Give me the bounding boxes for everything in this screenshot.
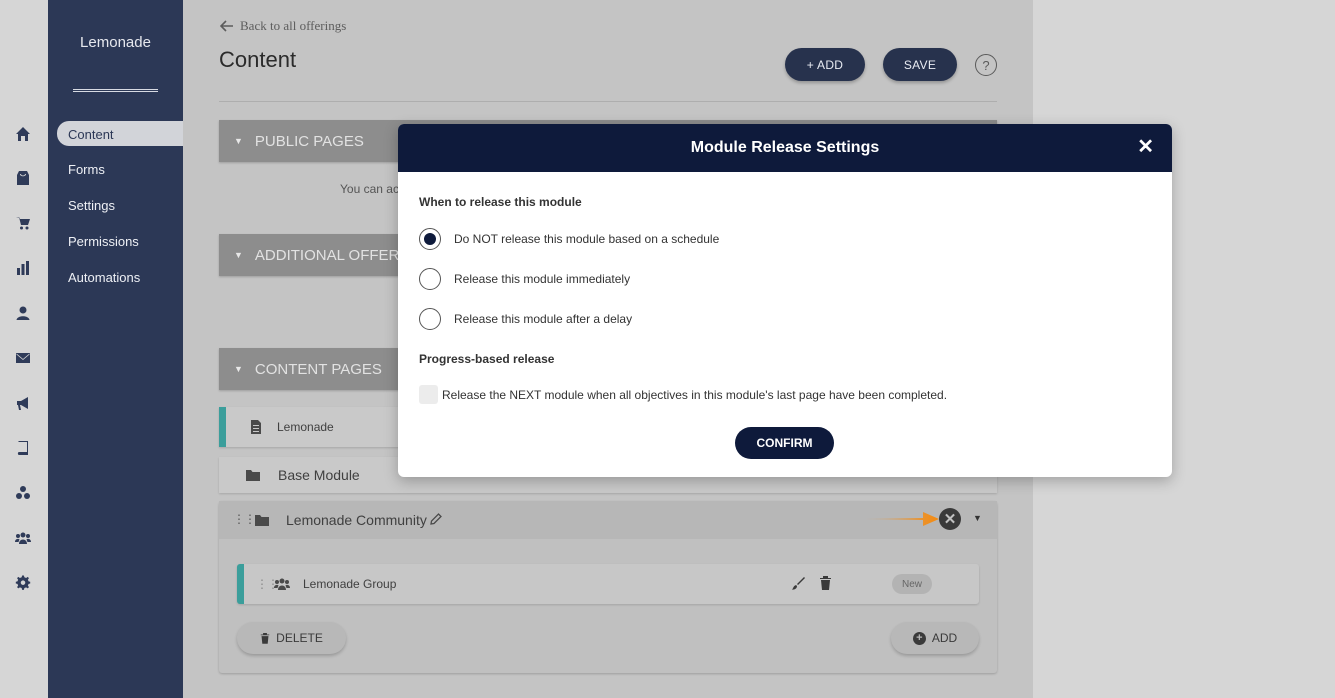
sidebar-item-permissions[interactable]: Permissions (68, 234, 139, 249)
page-title: Content (219, 47, 297, 72)
sidebar-item-settings[interactable]: Settings (68, 198, 115, 213)
caret-down-icon: ▼ (234, 250, 243, 260)
radio-button[interactable] (419, 228, 441, 250)
edit-pencil-icon[interactable] (429, 512, 443, 531)
content-row-lemonade-group[interactable]: ⋮⋮ Lemonade Group New (237, 564, 979, 604)
add-content-button-label: ADD (931, 631, 958, 645)
brand-divider (73, 89, 158, 92)
back-link[interactable]: Back to all offerings (220, 18, 346, 34)
checkbox-label: Release the NEXT module when all objecti… (442, 387, 948, 402)
group-icon (273, 575, 291, 593)
save-button[interactable]: SAVE (883, 48, 957, 81)
section-title: CONTENT PAGES (254, 360, 382, 378)
confirm-button[interactable]: CONFIRM (735, 427, 834, 459)
cart-icon[interactable] (14, 214, 32, 232)
public-pages-note: You can ac (340, 182, 399, 196)
caret-down-icon: ▼ (234, 136, 243, 146)
header-divider (219, 101, 997, 102)
caret-down-icon: ▼ (234, 364, 243, 374)
add-content-button[interactable]: + ADD (891, 622, 979, 654)
drag-handle-icon[interactable]: ⋮⋮ (233, 512, 256, 526)
progress-checkbox[interactable] (419, 385, 438, 404)
mail-icon[interactable] (14, 349, 32, 367)
radio-label: Do NOT release this module based on a sc… (454, 232, 720, 246)
radio-option-no-schedule[interactable]: Do NOT release this module based on a sc… (419, 228, 719, 250)
megaphone-icon[interactable] (14, 394, 32, 412)
section-title: PUBLIC PAGES (254, 132, 364, 150)
modal-header: Module Release Settings ✕ (398, 124, 1172, 172)
radio-button[interactable] (419, 268, 441, 290)
radio-option-after-delay[interactable]: Release this module after a delay (419, 308, 632, 330)
module-release-settings-modal: Module Release Settings ✕ When to releas… (398, 124, 1172, 477)
close-icon[interactable]: ✕ (1137, 137, 1154, 157)
remove-circle-icon[interactable]: ✕ (939, 508, 961, 530)
edit-brush-icon[interactable] (791, 576, 806, 596)
sidebar-item-forms[interactable]: Forms (68, 162, 105, 177)
sidebar-item-automations[interactable]: Automations (68, 270, 140, 285)
group-icon[interactable] (14, 529, 32, 547)
home-icon[interactable] (14, 125, 32, 143)
back-link-label: Back to all offerings (240, 18, 347, 33)
progress-release-option[interactable]: Release the NEXT module when all objecti… (419, 385, 947, 404)
row-label: Base Module (278, 467, 360, 483)
folder-icon (253, 511, 271, 529)
book-icon[interactable] (14, 439, 32, 457)
user-icon[interactable] (14, 304, 32, 322)
progress-heading: Progress-based release (419, 352, 555, 366)
sidebar-item-content[interactable]: Content (57, 121, 183, 146)
status-badge: New (892, 574, 932, 594)
module-title: Lemonade Community (286, 512, 427, 528)
radio-button[interactable] (419, 308, 441, 330)
gear-icon[interactable] (14, 574, 32, 592)
radio-option-immediately[interactable]: Release this module immediately (419, 268, 630, 290)
modal-title: Module Release Settings (690, 139, 880, 156)
brand-name: Lemonade (80, 34, 151, 51)
delete-button[interactable]: DELETE (237, 622, 346, 654)
section-title: ADDITIONAL OFFERIN (254, 246, 415, 264)
page-icon (247, 418, 265, 436)
icon-rail (0, 0, 48, 698)
arrow-left-icon (220, 20, 233, 32)
row-label: Lemonade (277, 420, 334, 434)
bar-chart-icon[interactable] (14, 259, 32, 277)
when-heading: When to release this module (419, 195, 582, 209)
trash-icon (260, 633, 270, 644)
row-label: Lemonade Group (303, 577, 397, 591)
radio-selected-dot (424, 233, 436, 245)
annotation-arrow-icon (865, 512, 939, 526)
radio-label: Release this module after a delay (454, 312, 633, 326)
add-button[interactable]: + ADD (785, 48, 865, 81)
caret-down-icon[interactable]: ▼ (973, 513, 982, 523)
radio-label: Release this module immediately (454, 272, 631, 286)
trash-icon[interactable] (819, 575, 832, 595)
help-icon[interactable]: ? (975, 54, 997, 76)
sidebar: Lemonade Content Forms Settings Permissi… (48, 0, 183, 698)
delete-button-label: DELETE (276, 631, 323, 645)
folder-icon (244, 466, 262, 484)
community-icon[interactable] (14, 484, 32, 502)
plus-circle-icon: + (912, 631, 926, 645)
store-icon[interactable] (14, 169, 32, 187)
